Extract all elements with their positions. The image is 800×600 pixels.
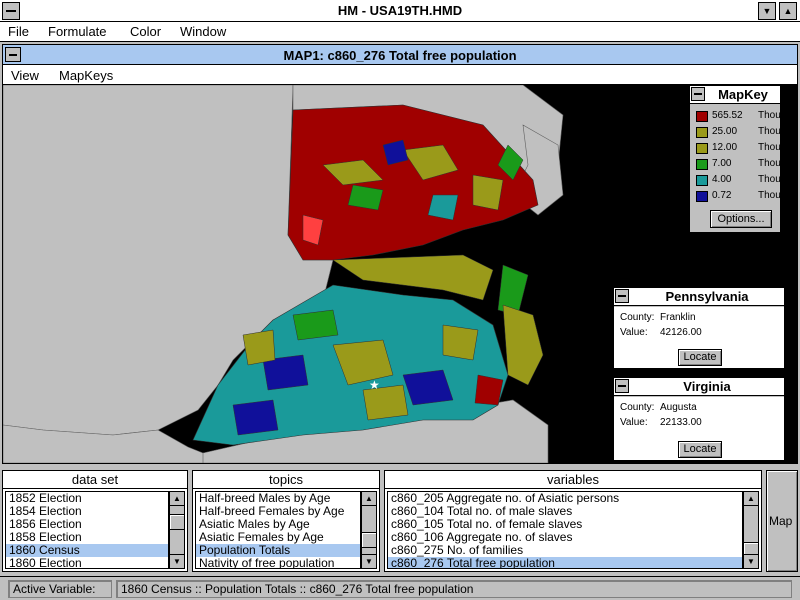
pennsylvania-collapse-button[interactable] — [615, 289, 629, 303]
pennsylvania-info-header: Pennsylvania — [614, 288, 784, 306]
virginia-collapse-button[interactable] — [615, 379, 629, 393]
topics-pane: topics Half-breed Males by Age Half-bree… — [192, 470, 380, 572]
mapkey-swatch — [696, 175, 708, 186]
menu-window[interactable]: Window — [180, 24, 226, 39]
variables-scrollbar[interactable]: ▲ ▼ — [743, 491, 759, 569]
virginia-info-panel: Virginia County: Augusta Value: 22133.00… — [613, 377, 785, 461]
delmarva-region — [502, 304, 544, 386]
list-item[interactable]: Nativity of free population — [196, 557, 360, 569]
scroll-thumb[interactable] — [170, 514, 184, 530]
map-window-title-bar: MAP1: c860_276 Total free population — [3, 45, 797, 65]
pennsylvania-info-body: County: Franklin Value: 42126.00 Locate — [614, 307, 784, 368]
mapkey-value: 4.00 — [712, 174, 732, 185]
dataset-scrollbar[interactable]: ▲ ▼ — [169, 491, 185, 569]
mapkey-value: 0.72 — [712, 190, 732, 201]
app-window: HM - USA19TH.HMD ▼ ▲ File Formulate Colo… — [0, 0, 800, 600]
scroll-thumb[interactable] — [362, 532, 376, 548]
value-value: 22133.00 — [660, 417, 702, 428]
mapkey-panel: MapKey 565.52 Thous 25.00 Thous 12.00 Th… — [689, 85, 786, 233]
value-value: 42126.00 — [660, 327, 702, 338]
mapkey-unit: Thous — [758, 174, 786, 185]
list-item-selected[interactable]: c860_276 Total free population — [388, 557, 742, 568]
mapkey-unit: Thous — [758, 158, 786, 169]
app-title: HM - USA19TH.HMD — [337, 3, 463, 18]
virginia-locate-button[interactable]: Locate — [678, 441, 722, 458]
topics-list[interactable]: Half-breed Males by Age Half-breed Femal… — [195, 491, 361, 569]
mapkey-unit: Thous — [758, 110, 786, 121]
menu-file[interactable]: File — [8, 24, 29, 39]
status-bar: Active Variable: 1860 Census :: Populati… — [0, 576, 800, 600]
dataset-list[interactable]: 1852 Election 1854 Election 1856 Electio… — [5, 491, 169, 569]
scroll-up-icon[interactable]: ▲ — [744, 492, 758, 506]
mapkey-value: 25.00 — [712, 126, 738, 137]
title-bar: HM - USA19TH.HMD ▼ ▲ — [0, 0, 800, 22]
virginia-info-header: Virginia — [614, 378, 784, 396]
virginia-info-body: County: Augusta Value: 22133.00 Locate — [614, 397, 784, 460]
scroll-up-icon[interactable]: ▲ — [362, 492, 376, 506]
pennsylvania-info-title: Pennsylvania — [665, 289, 749, 304]
svg-text:★: ★ — [369, 378, 380, 392]
dataset-header: data set — [3, 471, 187, 489]
pennsylvania-locate-button[interactable]: Locate — [678, 349, 722, 366]
mapkey-options-button[interactable]: Options... — [710, 210, 772, 228]
county-value: Franklin — [660, 312, 696, 323]
menu-mapkeys[interactable]: MapKeys — [59, 68, 113, 83]
variables-list[interactable]: c860_205 Aggregate no. of Asiatic person… — [387, 491, 743, 569]
menu-bar: File Formulate Color Window — [0, 22, 800, 42]
topics-header: topics — [193, 471, 379, 489]
mapkey-value: 565.52 — [712, 110, 743, 121]
mapkey-swatch — [696, 191, 708, 202]
map-window-title: MAP1: c860_276 Total free population — [283, 48, 517, 63]
mapkey-unit: Thous — [758, 126, 786, 137]
mapkey-swatch — [696, 111, 708, 122]
variables-pane: variables c860_205 Aggregate no. of Asia… — [384, 470, 762, 572]
scroll-up-icon[interactable]: ▲ — [170, 492, 184, 506]
mapkey-header: MapKey — [690, 86, 780, 104]
mapkey-value: 12.00 — [712, 142, 738, 153]
mapkey-unit: Thous — [758, 190, 786, 201]
active-variable-value: 1860 Census :: Population Totals :: c860… — [116, 580, 792, 598]
minimize-button[interactable]: ▼ — [758, 2, 776, 20]
menu-view[interactable]: View — [11, 68, 39, 83]
active-variable-label: Active Variable: — [8, 580, 112, 598]
maximize-button[interactable]: ▲ — [779, 2, 797, 20]
menu-color[interactable]: Color — [130, 24, 161, 39]
mapkey-unit: Thous — [758, 142, 786, 153]
value-label: Value: — [620, 327, 648, 338]
mapkey-title: MapKey — [718, 87, 768, 102]
county-label: County: — [620, 312, 655, 323]
virginia-info-title: Virginia — [683, 379, 731, 394]
map-window-menu: View MapKeys — [3, 66, 797, 85]
topics-scrollbar[interactable]: ▲ ▼ — [361, 491, 377, 569]
mapkey-swatch — [696, 143, 708, 154]
variables-header: variables — [385, 471, 761, 489]
dataset-pane: data set 1852 Election 1854 Election 185… — [2, 470, 188, 572]
scroll-down-icon[interactable]: ▼ — [170, 554, 184, 568]
scroll-down-icon[interactable]: ▼ — [362, 554, 376, 568]
mapkey-collapse-button[interactable] — [691, 87, 705, 101]
value-label: Value: — [620, 417, 648, 428]
map-button[interactable]: Map — [766, 470, 798, 572]
scroll-down-icon[interactable]: ▼ — [744, 554, 758, 568]
mapkey-swatch — [696, 159, 708, 170]
mapkey-swatch — [696, 127, 708, 138]
map-window: MAP1: c860_276 Total free population Vie… — [2, 44, 798, 464]
county-label: County: — [620, 402, 655, 413]
mapkey-value: 7.00 — [712, 158, 732, 169]
menu-formulate[interactable]: Formulate — [48, 24, 107, 39]
pennsylvania-info-panel: Pennsylvania County: Franklin Value: 421… — [613, 287, 785, 369]
list-item[interactable]: 1860 Election — [6, 557, 168, 569]
county-value: Augusta — [660, 402, 697, 413]
